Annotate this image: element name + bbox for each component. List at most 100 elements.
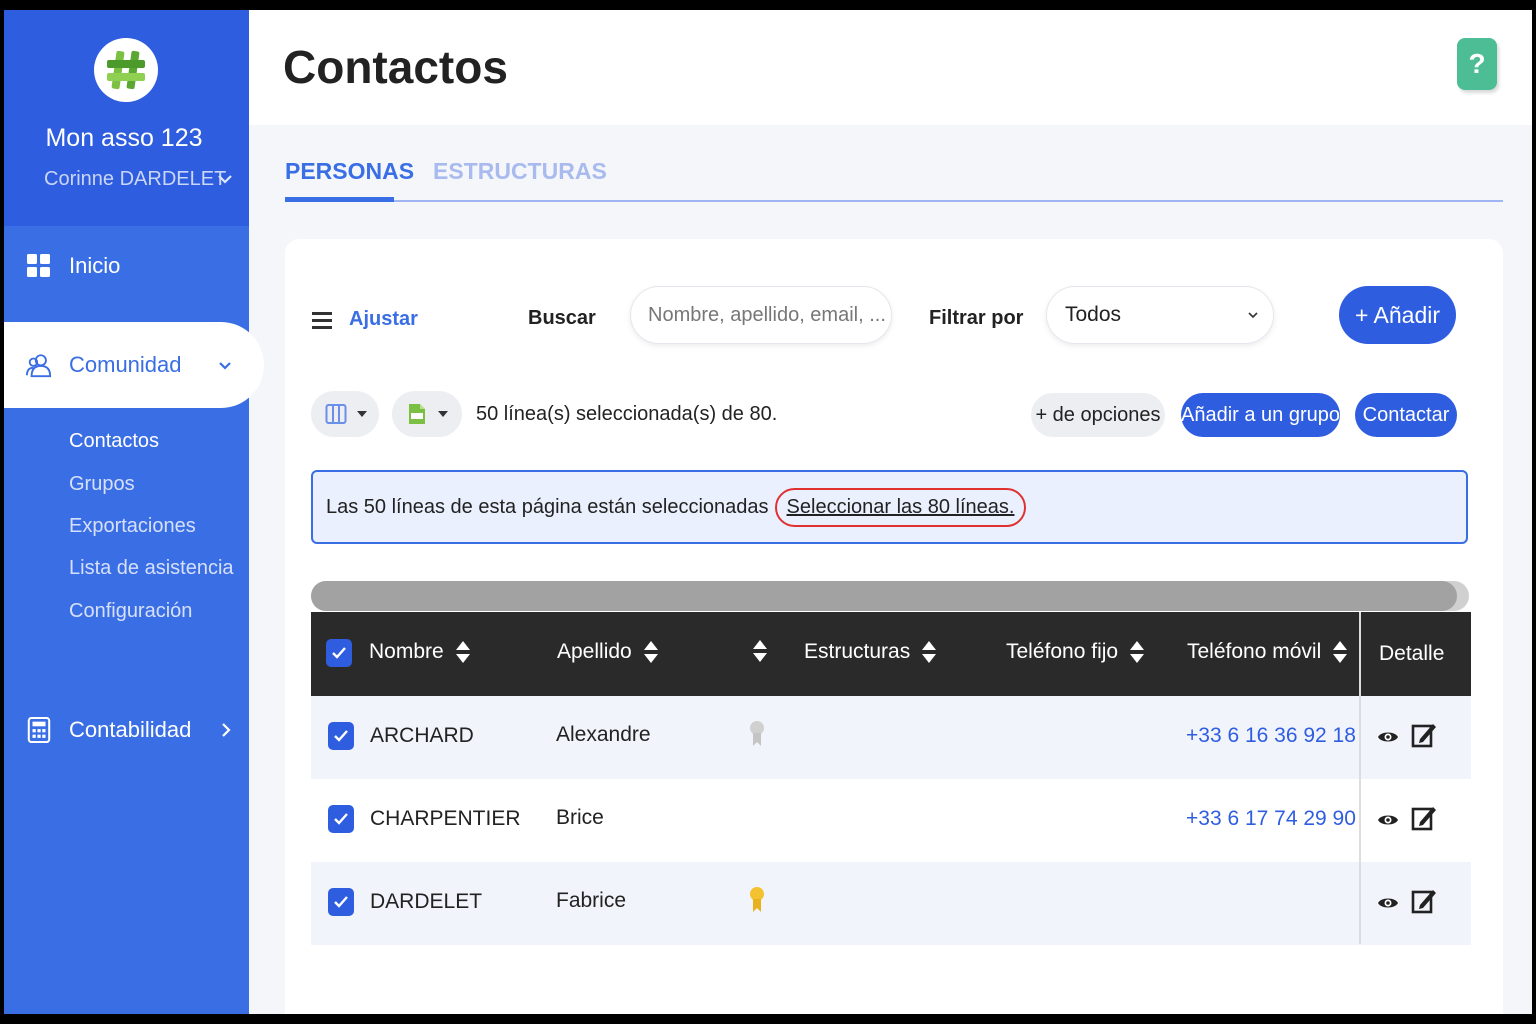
users-icon — [26, 354, 52, 378]
search-input[interactable] — [630, 286, 892, 344]
page-header: Contactos ? — [249, 10, 1532, 125]
columns-icon — [325, 404, 347, 424]
sort-icon — [1130, 641, 1145, 663]
column-label: Teléfono móvil — [1187, 640, 1322, 663]
user-name[interactable]: Corinne DARDELET — [44, 168, 226, 191]
select-all-checkbox[interactable] — [326, 639, 352, 667]
cell-telefono-movil[interactable]: +33 6 17 74 29 90 — [1186, 807, 1356, 831]
xlsx-file-icon — [409, 404, 425, 424]
check-icon — [334, 730, 348, 742]
chevron-right-icon — [222, 723, 231, 737]
caret-down-icon — [357, 411, 367, 417]
select-all-link[interactable]: Seleccionar las 80 líneas. — [774, 487, 1027, 527]
dashboard-icon — [27, 254, 50, 277]
nav-label: Inicio — [69, 253, 121, 278]
cell-nombre: ARCHARD — [370, 724, 474, 747]
tab-bar: PERSONAS ESTRUCTURAS — [285, 150, 1503, 202]
selection-banner: Las 50 líneas de esta página están selec… — [311, 470, 1468, 544]
columns-button[interactable] — [311, 391, 379, 437]
table-row: ARCHARD Alexandre +33 6 16 36 92 18 — [311, 696, 1471, 779]
column-header-estructuras[interactable]: Estructuras — [804, 640, 937, 664]
tab-personas[interactable]: PERSONAS — [285, 158, 414, 202]
check-icon — [334, 896, 348, 908]
column-label: Teléfono fijo — [1006, 640, 1119, 663]
column-header-telefono-movil[interactable]: Teléfono móvil — [1187, 640, 1348, 664]
contacts-card: Ajustar Buscar Filtrar por Todos + Añadi… — [285, 239, 1503, 1014]
filter-label: Filtrar por — [929, 307, 1024, 329]
chevron-down-icon — [1248, 312, 1258, 319]
column-header-nombre[interactable]: Nombre — [369, 640, 470, 664]
gold-badge-icon — [750, 887, 764, 912]
more-options-button[interactable]: + de opciones — [1031, 393, 1165, 437]
sub-item-asistencia[interactable]: Lista de asistencia — [69, 557, 234, 580]
sub-item-contactos[interactable]: Contactos — [69, 430, 159, 453]
column-label: Apellido — [557, 640, 632, 663]
cell-nombre: CHARPENTIER — [370, 807, 521, 830]
org-logo[interactable] — [94, 38, 158, 102]
sort-icon — [1333, 641, 1348, 663]
column-header-telefono-fijo[interactable]: Teléfono fijo — [1006, 640, 1145, 664]
nav-item-contabilidad[interactable]: Contabilidad — [4, 700, 249, 760]
hashtag-logo-icon — [107, 50, 145, 90]
search-label: Buscar — [528, 307, 596, 329]
row-checkbox[interactable] — [328, 722, 354, 750]
eye-icon[interactable] — [1377, 726, 1399, 748]
nav-item-inicio[interactable]: Inicio — [4, 236, 249, 296]
app-window: Mon asso 123 Corinne DARDELET Inicio Com… — [4, 10, 1532, 1014]
tab-estructuras[interactable]: ESTRUCTURAS — [433, 158, 607, 185]
column-divider — [1359, 612, 1361, 944]
banner-text: Las 50 líneas de esta página están selec… — [326, 495, 769, 518]
sort-icon — [643, 641, 658, 663]
sort-icon — [922, 641, 937, 663]
chevron-down-icon[interactable] — [216, 170, 234, 188]
cell-telefono-movil[interactable]: +33 6 16 36 92 18 — [1186, 724, 1356, 748]
column-label: Detalle — [1379, 642, 1445, 665]
cell-apellido: Alexandre — [556, 723, 651, 746]
cell-nombre: DARDELET — [370, 890, 483, 913]
check-icon — [332, 647, 346, 659]
edit-icon[interactable] — [1411, 804, 1437, 832]
horizontal-scrollbar[interactable] — [311, 581, 1469, 611]
edit-icon[interactable] — [1411, 887, 1437, 915]
sidebar: Mon asso 123 Corinne DARDELET Inicio Com… — [4, 10, 264, 1014]
sub-item-grupos[interactable]: Grupos — [69, 473, 135, 496]
selection-count: 50 línea(s) seleccionada(s) de 80. — [476, 403, 778, 425]
column-label: Nombre — [369, 640, 444, 663]
nav-label: Contabilidad — [69, 717, 192, 742]
table-row: CHARPENTIER Brice +33 6 17 74 29 90 — [311, 779, 1471, 862]
sub-item-configuracion[interactable]: Configuración — [69, 600, 192, 623]
check-icon — [334, 813, 348, 825]
page-title: Contactos — [283, 41, 508, 93]
help-button[interactable]: ? — [1457, 38, 1497, 90]
filter-value: Todos — [1065, 303, 1122, 326]
add-to-group-button[interactable]: Añadir a un grupo — [1181, 393, 1340, 437]
calculator-icon — [27, 717, 51, 743]
table-header: Nombre Apellido Estructuras Teléfono fij… — [311, 612, 1471, 696]
add-contact-button[interactable]: + Añadir — [1339, 286, 1456, 344]
sort-icon — [753, 640, 767, 662]
chevron-down-icon — [219, 362, 231, 370]
filter-select[interactable]: Todos — [1046, 286, 1274, 344]
ajustar-label: Ajustar — [349, 308, 418, 330]
cell-apellido: Brice — [556, 806, 604, 829]
sidebar-header: Mon asso 123 Corinne DARDELET — [4, 10, 249, 226]
table-row: DARDELET Fabrice — [311, 862, 1471, 945]
contact-button[interactable]: Contactar — [1355, 393, 1457, 437]
silver-badge-icon — [750, 721, 764, 746]
menu-icon — [312, 311, 332, 329]
column-header-detalle: Detalle — [1379, 642, 1444, 666]
eye-icon[interactable] — [1377, 809, 1399, 831]
nav-item-comunidad[interactable]: Comunidad — [4, 322, 264, 408]
row-checkbox[interactable] — [328, 805, 354, 833]
row-checkbox[interactable] — [328, 888, 354, 916]
edit-icon[interactable] — [1411, 721, 1437, 749]
export-button[interactable] — [392, 391, 462, 437]
scrollbar-thumb[interactable] — [311, 581, 1457, 611]
column-header-apellido[interactable]: Apellido — [557, 640, 658, 664]
org-name: Mon asso 123 — [45, 124, 203, 152]
sub-item-exportaciones[interactable]: Exportaciones — [69, 515, 196, 538]
nav-label: Comunidad — [69, 352, 182, 377]
ajustar-button[interactable]: Ajustar — [311, 308, 418, 331]
eye-icon[interactable] — [1377, 892, 1399, 914]
column-header-badge[interactable] — [741, 640, 767, 662]
